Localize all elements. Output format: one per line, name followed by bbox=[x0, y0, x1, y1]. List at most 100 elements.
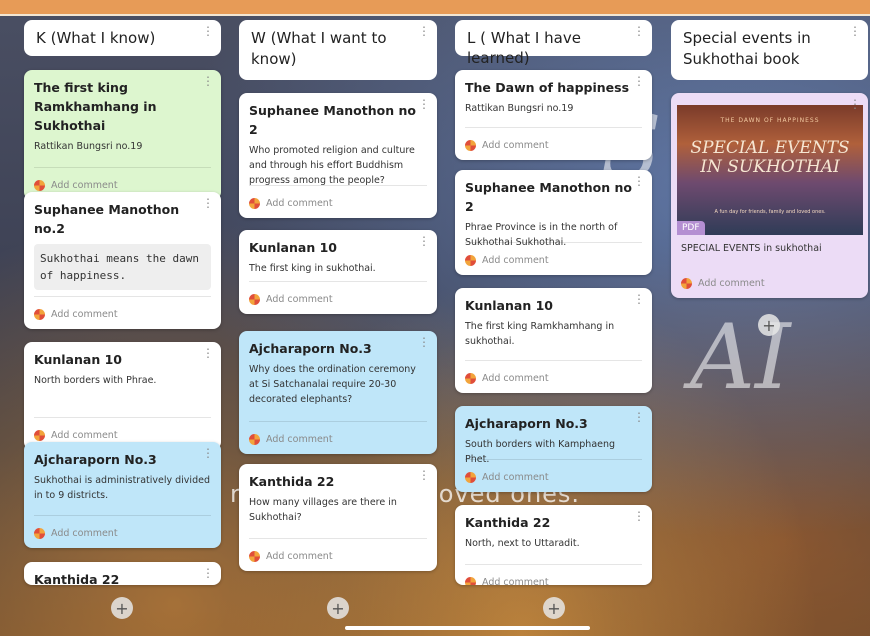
comment-avatar-icon bbox=[249, 550, 260, 562]
add-comment-button[interactable]: Add comment bbox=[34, 417, 211, 444]
card-menu-icon[interactable]: ⋮ bbox=[418, 98, 430, 110]
add-comment-label: Add comment bbox=[51, 429, 118, 441]
column-w-title: W (What I want to know) bbox=[251, 29, 387, 68]
column-special-title: Special events in Sukhothai book bbox=[683, 29, 811, 68]
card-menu-icon[interactable]: ⋮ bbox=[633, 293, 645, 305]
card-menu-icon[interactable]: ⋮ bbox=[418, 336, 430, 348]
card-title: Ajcharaporn No.3 bbox=[465, 416, 588, 431]
card-k-2[interactable]: Suphanee Manothon no.2 Sukhothai means t… bbox=[24, 192, 221, 329]
column-w-header[interactable]: W (What I want to know) ⋮ bbox=[239, 20, 437, 80]
card-title: Suphanee Manothon no 2 bbox=[249, 103, 416, 137]
column-menu-icon[interactable]: ⋮ bbox=[633, 25, 645, 37]
card-title: Kunlanan 10 bbox=[34, 352, 122, 367]
card-w-3[interactable]: Ajcharaporn No.3 Why does the ordination… bbox=[239, 331, 437, 454]
add-comment-button[interactable]: Add comment bbox=[465, 459, 642, 486]
add-comment-button[interactable]: Add comment bbox=[249, 185, 427, 212]
comment-avatar-icon bbox=[465, 254, 476, 266]
card-menu-icon[interactable]: ⋮ bbox=[202, 197, 214, 209]
card-code-block: Sukhothai means the dawn of happiness. bbox=[34, 244, 211, 290]
add-comment-button[interactable]: Add comment bbox=[465, 127, 642, 154]
add-comment-label: Add comment bbox=[698, 277, 765, 289]
card-body: Why does the ordination ceremony at Si S… bbox=[249, 364, 416, 405]
add-post-button-special[interactable]: + bbox=[758, 314, 780, 336]
column-l-title: L ( What I have learned) bbox=[467, 29, 581, 67]
add-post-button-l[interactable]: + bbox=[543, 597, 565, 619]
add-comment-label: Add comment bbox=[266, 433, 333, 445]
card-k-1[interactable]: The first king Ramkhamhang in Sukhothai … bbox=[24, 70, 221, 200]
card-menu-icon[interactable]: ⋮ bbox=[633, 75, 645, 87]
add-comment-label: Add comment bbox=[266, 197, 333, 209]
card-title: Suphanee Manothon no.2 bbox=[34, 202, 180, 236]
column-menu-icon[interactable]: ⋮ bbox=[849, 25, 861, 37]
comment-avatar-icon bbox=[249, 433, 260, 445]
card-title: Kanthida 22 bbox=[249, 474, 335, 489]
book-subtitle: A fun day for friends, family and loved … bbox=[714, 209, 826, 215]
card-l-3[interactable]: Kunlanan 10 The first king Ramkhamhang i… bbox=[455, 288, 652, 393]
add-comment-button[interactable]: Add comment bbox=[465, 242, 642, 269]
card-menu-icon[interactable]: ⋮ bbox=[418, 235, 430, 247]
add-comment-button[interactable]: Add comment bbox=[34, 296, 211, 323]
card-book-pdf[interactable]: THE DAWN OF HAPPINESS SPECIAL EVENTS IN … bbox=[671, 93, 868, 298]
card-title: Kanthida 22 bbox=[465, 515, 551, 530]
card-title: Kunlanan 10 bbox=[249, 240, 337, 255]
card-k-3[interactable]: Kunlanan 10 North borders with Phrae. ⋮ … bbox=[24, 342, 221, 450]
card-k-5[interactable]: Kanthida 22 ⋮ bbox=[24, 562, 221, 585]
add-comment-button[interactable]: Add comment bbox=[249, 281, 427, 308]
card-body: North borders with Phrae. bbox=[34, 375, 157, 386]
card-menu-icon[interactable]: ⋮ bbox=[202, 347, 214, 359]
comment-avatar-icon bbox=[34, 527, 45, 539]
card-body: How many villages are there in Sukhothai… bbox=[249, 497, 397, 523]
card-menu-icon[interactable]: ⋮ bbox=[633, 175, 645, 187]
card-l-2[interactable]: Suphanee Manothon no 2 Phrae Province is… bbox=[455, 170, 652, 275]
book-title: SPECIAL EVENTS IN SUKHOTHAI bbox=[690, 138, 850, 177]
column-w: W (What I want to know) ⋮ Suphanee Manot… bbox=[239, 20, 437, 585]
comment-avatar-icon bbox=[465, 576, 476, 585]
add-comment-button[interactable]: Add comment bbox=[465, 564, 642, 585]
add-comment-button[interactable]: Add comment bbox=[681, 266, 858, 292]
card-w-4[interactable]: Kanthida 22 How many villages are there … bbox=[239, 464, 437, 571]
card-l-5[interactable]: Kanthida 22 North, next to Uttaradit. ⋮ … bbox=[455, 505, 652, 585]
card-menu-icon[interactable]: ⋮ bbox=[633, 411, 645, 423]
card-menu-icon[interactable]: ⋮ bbox=[202, 567, 214, 579]
add-comment-label: Add comment bbox=[266, 550, 333, 562]
column-l: L ( What I have learned) ⋮ The Dawn of h… bbox=[455, 20, 652, 585]
card-l-1[interactable]: The Dawn of happiness Rattikan Bungsri n… bbox=[455, 70, 652, 160]
column-special-events: Special events in Sukhothai book ⋮ THE D… bbox=[671, 20, 868, 310]
add-comment-button[interactable]: Add comment bbox=[249, 421, 427, 448]
add-comment-label: Add comment bbox=[51, 308, 118, 320]
card-menu-icon[interactable]: ⋮ bbox=[418, 469, 430, 481]
card-menu-icon[interactable]: ⋮ bbox=[202, 447, 214, 459]
comment-avatar-icon bbox=[465, 471, 476, 483]
card-menu-icon[interactable]: ⋮ bbox=[633, 510, 645, 522]
add-comment-button[interactable]: Add comment bbox=[249, 538, 427, 565]
add-comment-button[interactable]: Add comment bbox=[34, 167, 211, 194]
column-special-header[interactable]: Special events in Sukhothai book ⋮ bbox=[671, 20, 868, 80]
add-comment-button[interactable]: Add comment bbox=[34, 515, 211, 542]
add-post-button-k[interactable]: + bbox=[111, 597, 133, 619]
add-comment-button[interactable]: Add comment bbox=[465, 360, 642, 387]
add-comment-label: Add comment bbox=[482, 254, 549, 266]
card-title: Kanthida 22 bbox=[34, 572, 120, 585]
add-comment-label: Add comment bbox=[51, 179, 118, 191]
card-w-2[interactable]: Kunlanan 10 The first king in sukhothai.… bbox=[239, 230, 437, 314]
card-k-4[interactable]: Ajcharaporn No.3 Sukhothai is administra… bbox=[24, 442, 221, 548]
card-title: Suphanee Manothon no 2 bbox=[465, 180, 632, 214]
column-menu-icon[interactable]: ⋮ bbox=[418, 25, 430, 37]
card-body: The first king Ramkhamhang in sukhothai. bbox=[465, 321, 615, 347]
add-post-button-w[interactable]: + bbox=[327, 597, 349, 619]
column-menu-icon[interactable]: ⋮ bbox=[202, 25, 214, 37]
comment-avatar-icon bbox=[249, 293, 260, 305]
comment-avatar-icon bbox=[465, 372, 476, 384]
book-cover-image[interactable]: THE DAWN OF HAPPINESS SPECIAL EVENTS IN … bbox=[677, 105, 863, 235]
add-comment-label: Add comment bbox=[482, 139, 549, 151]
card-menu-icon[interactable]: ⋮ bbox=[202, 75, 214, 87]
column-l-header[interactable]: L ( What I have learned) ⋮ bbox=[455, 20, 652, 67]
card-w-1[interactable]: Suphanee Manothon no 2 Who promoted reli… bbox=[239, 93, 437, 218]
add-comment-label: Add comment bbox=[51, 527, 118, 539]
column-k-header[interactable]: K (What I know) ⋮ bbox=[24, 20, 221, 56]
add-comment-label: Add comment bbox=[482, 471, 549, 483]
card-menu-icon[interactable]: ⋮ bbox=[849, 98, 861, 110]
card-body: Who promoted religion and culture and th… bbox=[249, 145, 415, 186]
card-title: Kunlanan 10 bbox=[465, 298, 553, 313]
card-l-4[interactable]: Ajcharaporn No.3 South borders with Kamp… bbox=[455, 406, 652, 492]
